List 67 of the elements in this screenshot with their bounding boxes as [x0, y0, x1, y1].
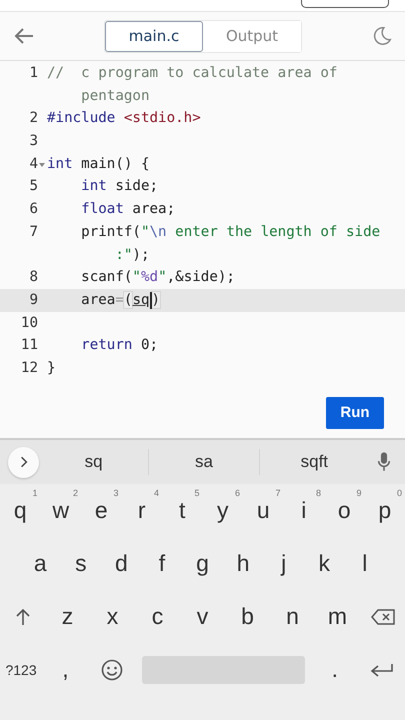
key[interactable]: z	[45, 590, 90, 643]
line-number: 3	[29, 132, 38, 152]
code-line: // c program to calculate area of	[47, 65, 338, 81]
chevron-right-icon	[20, 456, 28, 468]
key[interactable]: b	[225, 590, 270, 643]
key[interactable]: p 0	[364, 484, 405, 537]
key[interactable]: w 2	[40, 484, 81, 537]
line-number: 8	[29, 268, 38, 288]
key[interactable]: l	[344, 537, 386, 590]
suggestion[interactable]: sqft	[260, 452, 369, 472]
code-line: printf("\n enter the length of side	[80, 224, 380, 240]
code-line: #include <stdio.h>	[47, 110, 201, 126]
line-number: 7	[29, 222, 38, 242]
line-number: 5	[29, 177, 38, 196]
expand-button[interactable]	[8, 446, 39, 478]
file-tab[interactable]: main.c	[105, 20, 203, 52]
up-arrow-icon	[14, 608, 30, 626]
key[interactable]: i 8	[284, 484, 324, 537]
code-line: float area;	[80, 201, 176, 218]
code-line: return 0;	[80, 337, 158, 354]
key[interactable]: y 6	[202, 484, 243, 537]
key[interactable]: v	[180, 590, 225, 643]
code-line: int main() {	[47, 156, 150, 172]
key[interactable]: x	[90, 590, 135, 643]
suggestion[interactable]: sq	[39, 452, 148, 472]
line-number: 12	[20, 359, 38, 378]
line-number: 2	[29, 109, 38, 128]
return-arrow-icon	[370, 662, 394, 676]
key[interactable]: u 7	[243, 484, 284, 537]
code-line: }	[47, 360, 56, 376]
fold-arrow-icon[interactable]	[39, 162, 45, 167]
line-number: 9	[29, 290, 38, 310]
code-line: scanf("%d",&side);	[80, 269, 235, 286]
key[interactable]: r 4	[122, 484, 162, 537]
key[interactable]: e 3	[81, 484, 122, 537]
key[interactable]: a	[20, 537, 61, 590]
file-tab[interactable]: Output	[203, 20, 301, 52]
key[interactable]: .	[311, 643, 358, 696]
suggestion[interactable]: sa	[149, 452, 259, 472]
moon-icon[interactable]	[371, 25, 393, 47]
line-number: 11	[20, 336, 38, 356]
code-line: :");	[114, 246, 150, 263]
line-number: 6	[29, 200, 38, 220]
code-line: pentagon	[80, 88, 150, 104]
key[interactable]: c	[135, 590, 180, 643]
key[interactable]: m	[315, 590, 360, 643]
key[interactable]: ,	[42, 643, 89, 696]
key[interactable]: q 1	[0, 484, 40, 537]
line-number: 10	[20, 314, 38, 333]
code-line: int side;	[80, 178, 158, 194]
key[interactable]: d	[101, 537, 142, 590]
key[interactable]: g	[182, 537, 223, 590]
line-number: 1	[29, 64, 38, 83]
smiley-icon	[101, 658, 124, 680]
backspace-icon	[370, 608, 394, 624]
key[interactable]: n	[270, 590, 315, 643]
symbols-key[interactable]: ?123	[0, 643, 42, 696]
microphone-icon[interactable]	[376, 451, 391, 473]
line-number: 4	[29, 154, 38, 174]
run-button[interactable]: Run	[326, 396, 384, 429]
key[interactable]: h	[222, 537, 264, 590]
key[interactable]: f	[142, 537, 182, 590]
key[interactable]: s	[60, 537, 102, 590]
key[interactable]: j	[263, 537, 304, 590]
key[interactable]: o 9	[324, 484, 364, 537]
key[interactable]: k	[304, 537, 344, 590]
key[interactable]: t 5	[162, 484, 202, 537]
